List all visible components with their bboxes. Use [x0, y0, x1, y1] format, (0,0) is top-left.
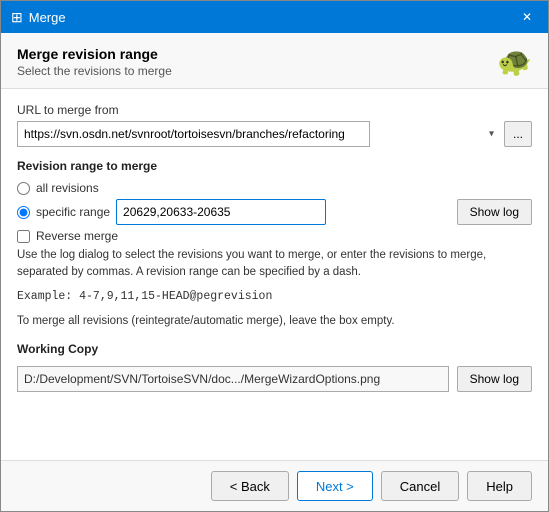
back-button[interactable]: < Back: [211, 471, 289, 501]
example-text: Example: 4-7,9,11,15-HEAD@pegrevision: [17, 290, 532, 303]
title-bar: ⊞ Merge ✕: [1, 1, 548, 33]
url-row: https://svn.osdn.net/svnroot/tortoisesvn…: [17, 121, 532, 147]
header-section: Merge revision range Select the revision…: [1, 33, 548, 89]
info-text: Use the log dialog to select the revisio…: [17, 247, 532, 282]
revision-range-group: Revision range to merge all revisions sp…: [17, 159, 532, 330]
main-content: URL to merge from https://svn.osdn.net/s…: [1, 89, 548, 460]
all-revisions-row: all revisions: [17, 181, 532, 195]
help-button[interactable]: Help: [467, 471, 532, 501]
working-copy-path: D:/Development/SVN/TortoiseSVN/doc.../Me…: [17, 366, 449, 392]
all-revisions-radio[interactable]: [17, 182, 30, 195]
radio-and-range: specific range: [17, 199, 457, 225]
main-window: ⊞ Merge ✕ Merge revision range Select th…: [0, 0, 549, 512]
header-subtitle: Select the revisions to merge: [17, 64, 172, 78]
show-log-button-wc[interactable]: Show log: [457, 366, 532, 392]
header-text: Merge revision range Select the revision…: [17, 46, 172, 78]
specific-range-full-row: specific range Show log: [17, 199, 532, 225]
show-log-button-range[interactable]: Show log: [457, 199, 532, 225]
range-input[interactable]: [116, 199, 326, 225]
cancel-button[interactable]: Cancel: [381, 471, 459, 501]
footer: < Back Next > Cancel Help: [1, 460, 548, 511]
next-button[interactable]: Next >: [297, 471, 373, 501]
app-logo: 🐢: [497, 45, 532, 78]
working-copy-label: Working Copy: [17, 342, 532, 356]
header-title: Merge revision range: [17, 46, 172, 62]
reverse-merge-checkbox[interactable]: [17, 230, 30, 243]
revision-range-label: Revision range to merge: [17, 159, 532, 173]
window-title: Merge: [29, 10, 516, 25]
specific-range-label[interactable]: specific range: [36, 205, 110, 219]
working-copy-row: D:/Development/SVN/TortoiseSVN/doc.../Me…: [17, 366, 532, 392]
specific-range-radio[interactable]: [17, 206, 30, 219]
close-button[interactable]: ✕: [516, 6, 538, 28]
url-select[interactable]: https://svn.osdn.net/svnroot/tortoisesvn…: [17, 121, 370, 147]
note-text: To merge all revisions (reintegrate/auto…: [17, 313, 532, 330]
browse-button[interactable]: ...: [504, 121, 532, 147]
window-icon: ⊞: [11, 9, 23, 26]
reverse-merge-row: Reverse merge: [17, 229, 532, 243]
title-bar-controls: ✕: [516, 6, 538, 28]
reverse-merge-label[interactable]: Reverse merge: [36, 229, 118, 243]
url-label: URL to merge from: [17, 103, 532, 117]
url-field-group: URL to merge from https://svn.osdn.net/s…: [17, 103, 532, 147]
working-copy-section: Working Copy D:/Development/SVN/Tortoise…: [17, 342, 532, 392]
all-revisions-label[interactable]: all revisions: [36, 181, 99, 195]
url-select-wrapper: https://svn.osdn.net/svnroot/tortoisesvn…: [17, 121, 500, 147]
